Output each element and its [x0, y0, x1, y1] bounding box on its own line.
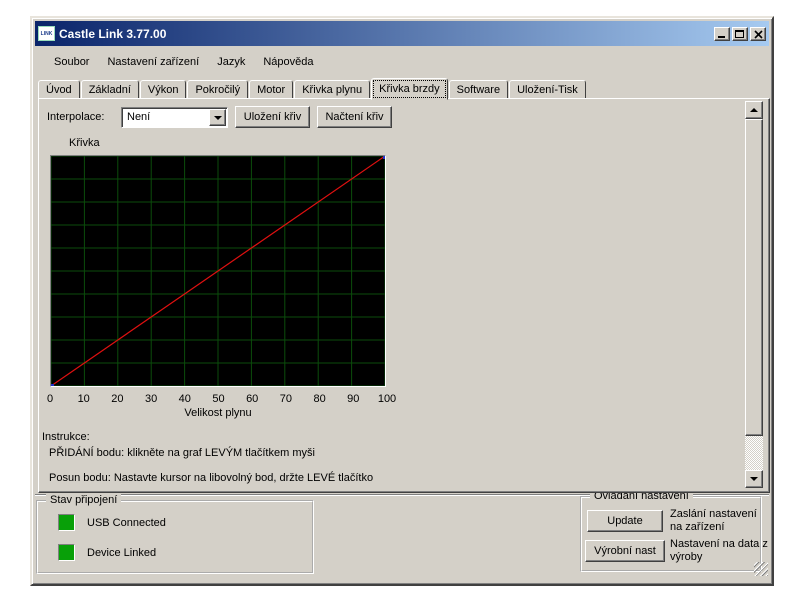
interpolation-dropdown[interactable]: Není — [121, 107, 228, 128]
close-button[interactable] — [750, 27, 766, 41]
x-tick-label: 50 — [212, 393, 224, 405]
menu-item-napoveda[interactable]: Nápověda — [254, 53, 322, 71]
instructions-heading: Instrukce: — [42, 431, 90, 443]
x-tick-label: 100 — [378, 393, 396, 405]
menubar: SouborNastavení zařízeníJazykNápověda — [35, 48, 769, 76]
app-window: LINK Castle Link 3.77.00 SouborNastavení… — [30, 16, 774, 586]
curve-chart-canvas[interactable] — [51, 156, 385, 386]
device-status-row: Device Linked — [58, 544, 156, 561]
x-tick-label: 30 — [145, 393, 157, 405]
x-tick-label: 90 — [347, 393, 359, 405]
device-status-led — [58, 544, 75, 561]
minimize-button[interactable] — [714, 27, 730, 41]
x-tick-label: 10 — [78, 393, 90, 405]
x-axis-ticks: 0102030405060708090100 — [50, 393, 387, 405]
scroll-up-icon — [750, 108, 758, 112]
instruction-line-2: Posun bodu: Nastavte kursor na libovolný… — [49, 472, 373, 484]
scrollbar-thumb[interactable] — [745, 119, 763, 436]
menu-item-soubor[interactable]: Soubor — [45, 53, 98, 71]
menu-item-nastaveni-zarizeni[interactable]: Nastavení zařízení — [98, 53, 208, 71]
update-button[interactable]: Update — [587, 510, 663, 532]
connection-status-title: Stav připojení — [46, 494, 121, 506]
interpolation-value: Není — [122, 108, 208, 127]
interpolation-label: Interpolace: — [47, 111, 104, 123]
update-description: Zaslání nastavení na zařízení — [670, 508, 770, 534]
tab-page-krivka-brzdy: Interpolace: Není Uložení křiv Načtení k… — [38, 98, 770, 493]
minimize-icon — [718, 36, 725, 38]
scroll-down-button[interactable] — [745, 470, 763, 488]
maximize-button[interactable] — [732, 27, 748, 41]
load-curve-button[interactable]: Načtení křiv — [317, 106, 392, 128]
chart-title: Křivka — [69, 137, 100, 149]
tab-software[interactable]: Software — [449, 80, 508, 99]
titlebar[interactable]: LINK Castle Link 3.77.00 — [35, 21, 769, 46]
tab-vykon[interactable]: Výkon — [140, 80, 187, 99]
vertical-scrollbar[interactable] — [745, 101, 763, 488]
scroll-down-icon — [750, 477, 758, 481]
curve-chart[interactable] — [50, 155, 386, 387]
window-title: Castle Link 3.77.00 — [59, 27, 712, 41]
factory-settings-button[interactable]: Výrobní nast — [585, 540, 665, 562]
tab-ulozeni-tisk[interactable]: Uložení-Tisk — [509, 80, 586, 99]
x-tick-label: 20 — [111, 393, 123, 405]
tab-motor[interactable]: Motor — [249, 80, 293, 99]
save-curve-button[interactable]: Uložení křiv — [235, 106, 310, 128]
tab-pokrocily[interactable]: Pokročilý — [187, 80, 248, 99]
maximize-icon — [735, 30, 744, 38]
tab-zakladni[interactable]: Základní — [81, 80, 139, 99]
close-icon — [751, 28, 767, 42]
tab-uvod[interactable]: Úvod — [38, 80, 80, 99]
tabstrip: ÚvodZákladníVýkonPokročilýMotorKřivka pl… — [38, 78, 764, 99]
x-axis-label: Velikost plynu — [50, 407, 386, 419]
castle-link-logo-icon[interactable]: LINK — [38, 26, 55, 41]
menu-item-jazyk[interactable]: Jazyk — [208, 53, 254, 71]
device-status-label: Device Linked — [87, 547, 156, 559]
usb-status-led — [58, 514, 75, 531]
x-tick-label: 80 — [313, 393, 325, 405]
factory-description: Nastavení na data z výroby — [670, 538, 770, 564]
instruction-line-1: PŘIDÁNÍ bodu: klikněte na graf LEVÝM tla… — [49, 447, 315, 459]
interpolation-dropdown-button[interactable] — [209, 109, 226, 126]
connection-status-group: Stav připojení USB Connected Device Link… — [36, 500, 314, 574]
x-tick-label: 40 — [179, 393, 191, 405]
tab-krivka-brzdy[interactable]: Křivka brzdy — [371, 78, 448, 100]
x-tick-label: 60 — [246, 393, 258, 405]
chevron-down-icon — [214, 116, 222, 120]
usb-status-row: USB Connected — [58, 514, 166, 531]
tab-krivka-plynu[interactable]: Křivka plynu — [294, 80, 370, 99]
settings-control-group: Ovládání nastavení Update Zaslání nastav… — [580, 496, 762, 572]
scroll-up-button[interactable] — [745, 101, 763, 119]
resize-grip-icon[interactable] — [754, 562, 768, 576]
usb-status-label: USB Connected — [87, 517, 166, 529]
x-tick-label: 70 — [280, 393, 292, 405]
x-tick-label: 0 — [47, 393, 53, 405]
